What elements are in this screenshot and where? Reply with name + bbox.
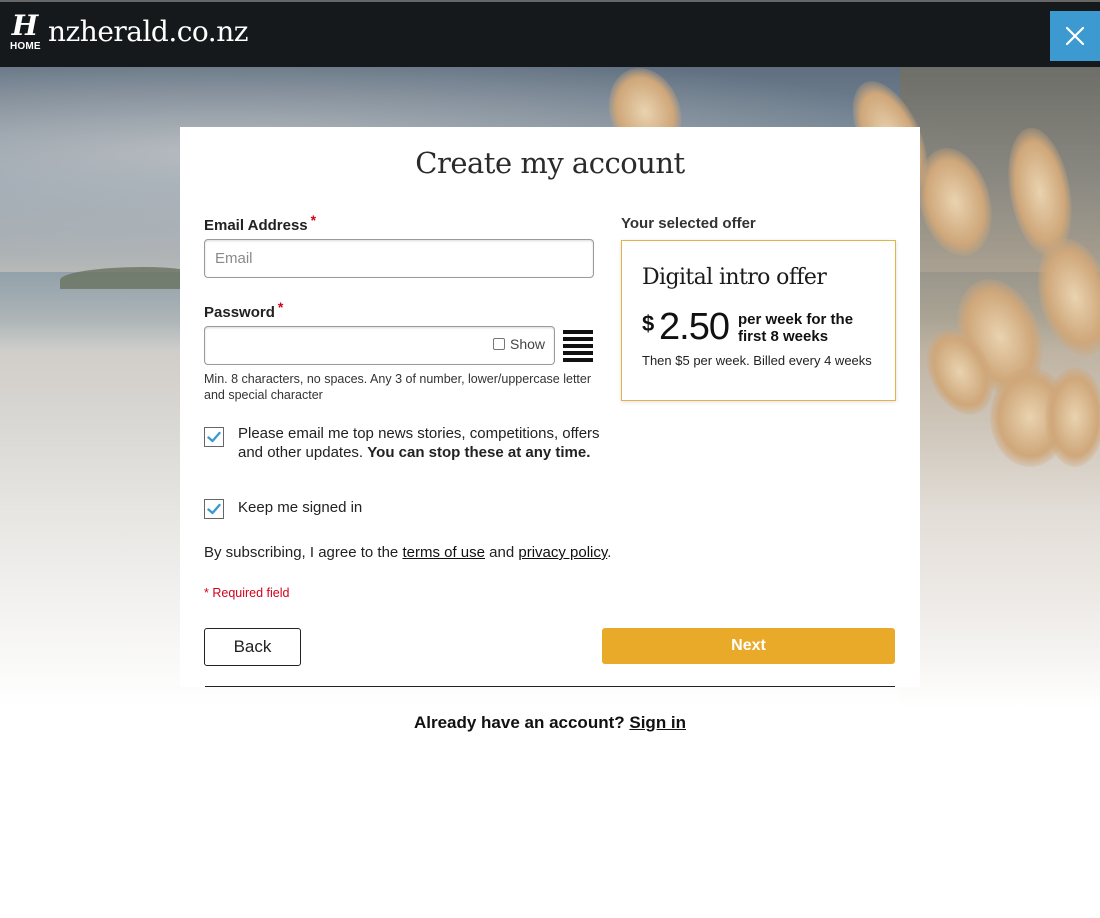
- agreement-suffix: .: [607, 544, 612, 561]
- terms-of-use-link[interactable]: terms of use: [402, 544, 485, 561]
- signin-prompt: Already have an account? Sign in: [0, 713, 1100, 733]
- top-bar: H HOME nzherald.co.nz: [0, 0, 1100, 67]
- price-period: per week for the first 8 weeks: [738, 311, 854, 345]
- offer-heading: Your selected offer: [621, 215, 756, 232]
- email-label: Email Address *: [204, 212, 316, 234]
- price-currency: $: [642, 311, 655, 336]
- signin-prompt-text: Already have an account?: [413, 713, 625, 732]
- herald-logo-icon: H: [11, 9, 39, 42]
- divider: [205, 686, 895, 687]
- price-value: 2.50: [659, 306, 730, 348]
- password-label-text: Password: [204, 304, 275, 321]
- signup-card: [180, 127, 920, 687]
- password-label: Password *: [204, 299, 283, 321]
- password-hint: Min. 8 characters, no spaces. Any 3 of n…: [204, 372, 592, 402]
- site-name[interactable]: nzherald.co.nz: [48, 14, 248, 50]
- sign-in-link[interactable]: Sign in: [629, 713, 686, 732]
- newsletter-checkbox[interactable]: [204, 427, 224, 447]
- home-logo-link[interactable]: H HOME: [10, 9, 41, 58]
- keep-signed-in-label: Keep me signed in: [238, 499, 363, 516]
- show-password-toggle[interactable]: Show: [493, 336, 545, 352]
- password-strength-icon: [563, 330, 593, 364]
- show-password-label: Show: [510, 336, 546, 352]
- close-icon: [1065, 26, 1085, 46]
- page-title: Create my account: [415, 146, 685, 180]
- keep-signed-in-checkbox[interactable]: [204, 499, 224, 519]
- close-button[interactable]: [1050, 11, 1100, 61]
- price-note: Then $5 per week. Billed every 4 weeks: [642, 353, 872, 368]
- show-password-checkbox[interactable]: [493, 338, 505, 350]
- checkmark-icon: [207, 431, 221, 443]
- agreement-text: By subscribing, I agree to the terms of …: [204, 544, 611, 561]
- home-label: HOME: [10, 41, 41, 52]
- email-label-text: Email Address: [204, 217, 308, 234]
- checkmark-icon: [207, 503, 221, 515]
- offer-card: Digital intro offer $ 2.50 per week for …: [621, 240, 896, 401]
- email-input[interactable]: [204, 239, 594, 278]
- required-mark: *: [277, 299, 284, 315]
- required-mark: *: [310, 212, 317, 228]
- newsletter-bold-text: You can stop these at any time.: [367, 444, 591, 461]
- agreement-prefix: By subscribing, I agree to the: [204, 544, 399, 561]
- offer-name: Digital intro offer: [642, 265, 827, 290]
- privacy-policy-link[interactable]: privacy policy: [518, 544, 607, 561]
- newsletter-label: Please email me top news stories, compet…: [238, 424, 623, 462]
- next-button[interactable]: Next: [602, 628, 895, 664]
- required-field-note: * Required field: [204, 586, 290, 600]
- agreement-and: and: [489, 544, 515, 561]
- back-button[interactable]: Back: [204, 628, 301, 666]
